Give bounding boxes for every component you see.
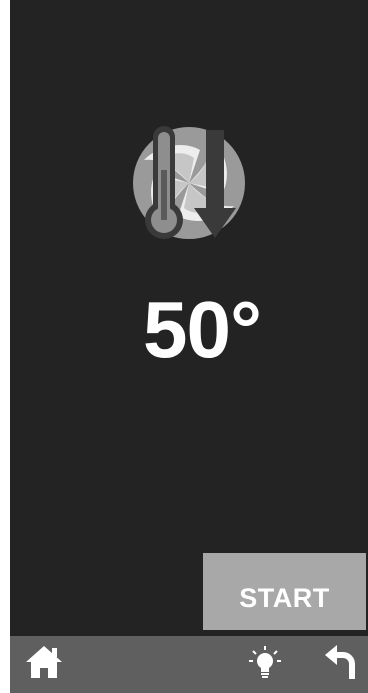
light-bulb-icon [248,645,282,684]
temperature-readout: 50° [143,285,262,374]
home-button[interactable] [16,636,72,693]
home-icon [24,644,64,685]
oven-screen: 50° START [10,0,368,693]
back-arrow-icon [323,643,357,686]
start-button[interactable]: START [203,553,366,630]
back-button[interactable] [312,636,368,693]
bottom-navigation-bar [10,636,368,693]
light-button[interactable] [237,636,293,693]
convection-thermometer-icon [130,124,248,242]
